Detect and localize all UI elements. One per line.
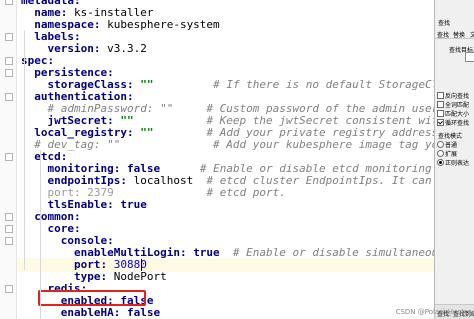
text-caret xyxy=(141,259,142,271)
code-token: true xyxy=(120,198,147,211)
code-token: NodePort xyxy=(113,270,167,283)
fold-toggle-icon[interactable] xyxy=(5,213,13,221)
fold-toggle-icon[interactable] xyxy=(5,57,13,65)
indent-guide xyxy=(40,150,41,319)
fold-toggle-icon[interactable] xyxy=(5,0,13,5)
code-token: kubesphere-system xyxy=(107,18,220,31)
tab-replace[interactable]: 替换 xyxy=(453,30,465,39)
mode-normal-label: 普通 xyxy=(445,142,458,149)
tab-find[interactable]: 查找 xyxy=(437,30,449,39)
code-token: # If there is no default StorageClass in… xyxy=(213,78,434,91)
fold-toggle-icon[interactable] xyxy=(5,153,13,161)
reverse-search-label: 反向查找 xyxy=(445,93,470,100)
wrap-around-checkbox[interactable] xyxy=(437,119,444,126)
dialog-title: 查找 xyxy=(438,20,451,27)
code-editor[interactable]: metadata: name: ks-installer namespace: … xyxy=(0,0,434,319)
mode-regex-radio[interactable] xyxy=(437,159,444,166)
match-case-checkbox[interactable] xyxy=(437,110,444,117)
fold-toggle-icon[interactable] xyxy=(5,237,13,245)
mode-extended-label: 扩展 xyxy=(445,151,458,158)
mode-regex-label: 正则表达 xyxy=(445,160,470,167)
match-case-label: 匹配大小 xyxy=(445,111,470,118)
tab-file[interactable]: 文 xyxy=(470,30,474,39)
fold-toggle-icon[interactable] xyxy=(5,33,13,41)
code-line: # dev_tag: "" # Add your kubesphere imag… xyxy=(21,138,434,151)
fold-toggle-icon[interactable] xyxy=(5,69,13,77)
code-token: # dev_tag: "" # Add your kubesphere imag… xyxy=(34,138,434,151)
whole-word-label: 全词匹配 xyxy=(445,102,470,109)
mode-normal-radio[interactable] xyxy=(437,141,444,148)
dialog-tabs: 查找 替换 文 xyxy=(435,28,474,39)
reverse-search-checkbox[interactable] xyxy=(437,92,444,99)
code-token: # Enable or disable simultaneous logins.… xyxy=(232,246,434,259)
mode-extended-radio[interactable] xyxy=(437,150,444,157)
find-target-input[interactable] xyxy=(465,52,474,62)
whole-word-checkbox[interactable] xyxy=(437,101,444,108)
find-dialog[interactable]: 查找 查找 替换 文 查找目标 反向查找 全词匹配 匹配大小 循环查找 查找模式… xyxy=(434,0,474,319)
fold-toggle-icon[interactable] xyxy=(5,285,13,293)
code-token: true xyxy=(193,246,220,259)
watermark: CSDN @PolarisHuster xyxy=(395,308,471,316)
fold-toggle-icon[interactable] xyxy=(5,225,13,233)
code-token: "" xyxy=(140,78,154,91)
wrap-around-label: 循环查找 xyxy=(445,120,470,127)
code-token: v3.3.2 xyxy=(107,42,147,55)
fold-gutter[interactable] xyxy=(0,0,17,319)
annotation-highlight-box xyxy=(38,290,146,306)
search-mode-label: 查找模式 xyxy=(438,133,463,140)
fold-toggle-icon[interactable] xyxy=(5,93,13,101)
indent-guide xyxy=(24,30,25,270)
